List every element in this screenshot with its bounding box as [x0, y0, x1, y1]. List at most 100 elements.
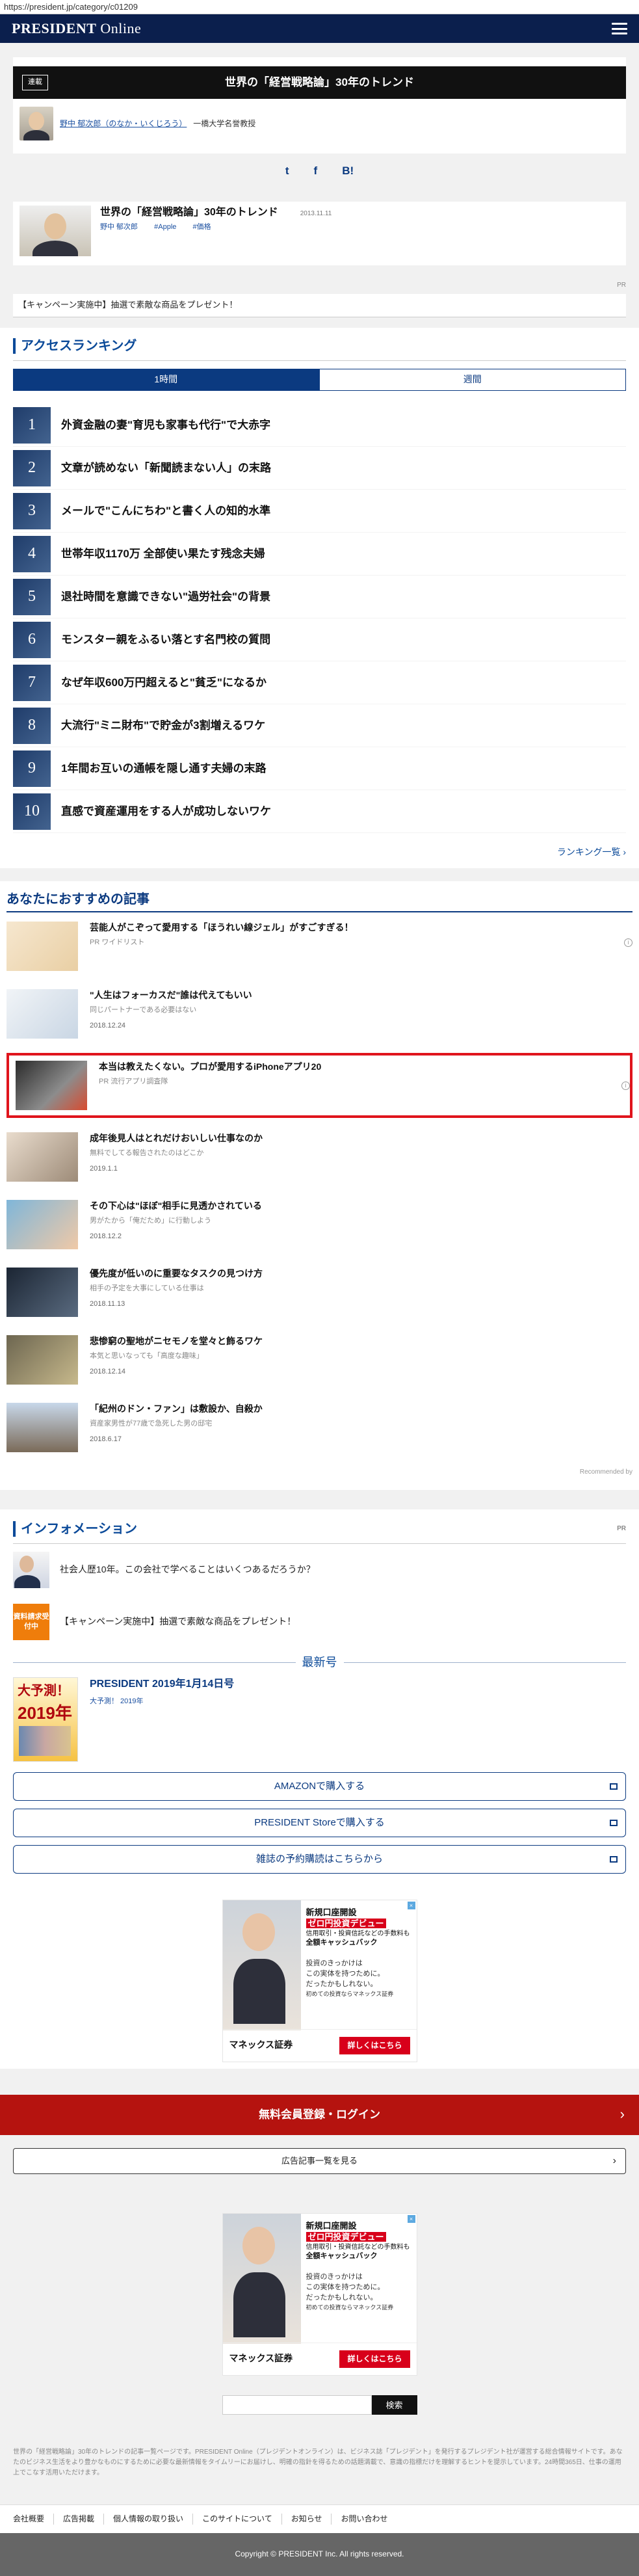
rank-title[interactable]: 世帯年収1170万 全部使い果たす残念夫婦 — [61, 546, 265, 562]
buy-amazon-button[interactable]: AMAZONで購入する — [13, 1772, 626, 1801]
author-name-link[interactable]: 野中 郁次郎（のなか・いくじろう） — [60, 119, 187, 128]
tag-apple[interactable]: #Apple — [154, 223, 176, 231]
tag-price[interactable]: #価格 — [192, 223, 211, 231]
rank-title[interactable]: 外資金融の妻"育児も家事も代行"で大赤字 — [61, 418, 270, 433]
recommend-title[interactable]: 成年後見人はとれだけおいしい仕事なのか — [90, 1132, 263, 1145]
menu-icon[interactable] — [612, 23, 627, 34]
facebook-icon[interactable]: f — [314, 163, 318, 179]
register-login-button[interactable]: 無料会員登録・ログイン › — [0, 2094, 639, 2135]
ranking-item[interactable]: 1 外資金融の妻"育児も家事も代行"で大赤字 — [13, 404, 626, 447]
rank-title[interactable]: メールで"こんにちわ"と書く人の知的水準 — [61, 503, 270, 519]
footer-link-news[interactable]: お知らせ — [282, 2513, 332, 2525]
recommend-title[interactable]: 悲惨窮の聖地がニセモノを堂々と飾るワケ — [90, 1335, 263, 1348]
hatena-bookmark-icon[interactable]: B! — [342, 163, 354, 179]
ranking-item[interactable]: 7 なぜ年収600万円超えると"貧乏"になるか — [13, 661, 626, 704]
recommend-thumbnail[interactable] — [16, 1060, 87, 1110]
search-button[interactable]: 検索 — [371, 2395, 417, 2415]
magazine-cover[interactable]: 大予測！ 2019年 — [13, 1677, 78, 1762]
info-text[interactable]: 社会人歴10年。この会社で学べることはいくつあるだろうか？ — [60, 1563, 315, 1576]
rank-number: 7 — [13, 664, 51, 701]
twitter-icon[interactable]: t — [285, 163, 289, 179]
info-text[interactable]: 【キャンペーン実施中】抽選で素敵な商品をプレゼント！ — [60, 1615, 296, 1628]
ad-head-line-3: 信用取引・投資信託などの手数料も — [306, 1930, 410, 1937]
recommend-item[interactable]: 成年後見人はとれだけおいしい仕事なのか 無料でしてる報告されたのはどこか 201… — [7, 1123, 632, 1191]
ranking-item[interactable]: 6 モンスター親をふるい落とす名門校の質問 — [13, 618, 626, 661]
recommend-item[interactable]: その下心は"ほぼ"相手に見透かされている 男がたから「俺だため」に行動しよう 2… — [7, 1191, 632, 1258]
recommend-thumbnail[interactable] — [7, 1267, 78, 1317]
recommend-thumbnail[interactable] — [7, 1402, 78, 1452]
info-item[interactable]: 資料請求受付中 【キャンペーン実施中】抽選で素敵な商品をプレゼント！ — [13, 1596, 626, 1648]
tab-weekly[interactable]: 週間 — [319, 369, 626, 391]
tab-hourly[interactable]: 1時間 — [13, 369, 319, 391]
recommend-item-highlighted[interactable]: 本当は教えたくない。プロが愛用するiPhoneアプリ20 PR 流行アプリ調査隊… — [7, 1052, 632, 1118]
recommend-title[interactable]: 「紀州のドン・ファン」は敷設か、自殺か — [90, 1403, 263, 1416]
display-ad-2[interactable]: × 新規口座開設 ゼロ円投資デビュー 信用取引・投資信託などの手数料も 全額キャ… — [222, 2212, 417, 2376]
recommend-thumbnail[interactable] — [7, 989, 78, 1039]
rank-number: 2 — [13, 449, 51, 486]
recommend-title[interactable]: その下心は"ほぼ"相手に見透かされている — [90, 1200, 262, 1213]
buy-store-button[interactable]: PRESIDENT Storeで購入する — [13, 1808, 626, 1837]
rank-title[interactable]: 大流行"ミニ財布"で貯金が3割増えるワケ — [61, 718, 265, 734]
ranking-item[interactable]: 5 退社時間を意識できない"過労社会"の背景 — [13, 576, 626, 618]
article-thumbnail[interactable] — [20, 206, 91, 256]
footer-link-privacy[interactable]: 個人情報の取り扱い — [104, 2513, 194, 2525]
recommend-item[interactable]: 「紀州のドン・ファン」は敷設か、自殺か 資産家男性が77歳で急死した男の邸宅 2… — [7, 1394, 632, 1461]
ranking-item[interactable]: 8 大流行"ミニ財布"で貯金が3割増えるワケ — [13, 704, 626, 747]
search-input[interactable] — [222, 2395, 372, 2415]
rank-title[interactable]: 1年間お互いの通帳を隠し通す夫婦の末路 — [61, 761, 266, 777]
recommend-thumbnail[interactable] — [7, 921, 78, 971]
ranking-more-link[interactable]: ランキング一覧 › — [13, 846, 626, 859]
ad-article-list-button[interactable]: 広告記事一覧を見る › — [13, 2147, 626, 2174]
ad-cta-button[interactable]: 詳しくはこちら — [339, 2036, 410, 2054]
request-materials-badge[interactable]: 資料請求受付中 — [13, 1603, 49, 1640]
recommend-item[interactable]: 悲惨窮の聖地がニセモノを堂々と飾るワケ 本気と思いなっても「高度な趣味」 201… — [7, 1326, 632, 1394]
rank-title[interactable]: モンスター親をふるい落とす名門校の質問 — [61, 632, 270, 648]
info-icon[interactable]: i — [621, 1081, 630, 1090]
recommend-thumbnail[interactable] — [7, 1334, 78, 1385]
recommend-title[interactable]: "人生はフォーカスだ"誰は代えてもいい — [90, 989, 252, 1002]
recommended-by[interactable]: Recommended by — [7, 1468, 632, 1477]
display-ad[interactable]: × 新規口座開設 ゼロ円投資デビュー 信用取引・投資信託などの手数料も 全額キャ… — [222, 1899, 417, 2062]
recommend-title[interactable]: 優先度が低いのに重要なタスクの見つけ方 — [90, 1268, 263, 1281]
info-thumbnail[interactable] — [13, 1551, 49, 1588]
issue-title[interactable]: PRESIDENT 2019年1月14日号 — [90, 1677, 234, 1692]
recommend-date: 2018.12.2 — [90, 1232, 122, 1240]
rank-title[interactable]: なぜ年収600万円超えると"貧乏"になるか — [61, 675, 267, 691]
recommend-item[interactable]: "人生はフォーカスだ"誰は代えてもいい 同じパートナーである必要はない 2018… — [7, 980, 632, 1048]
footer-link-about[interactable]: このサイトについて — [193, 2513, 282, 2525]
footer-link-advertising[interactable]: 広告掲載 — [54, 2513, 105, 2525]
rank-title[interactable]: 文章が読めない「新聞読まない人」の末路 — [61, 460, 271, 476]
ranking-item[interactable]: 4 世帯年収1170万 全部使い果たす残念夫婦 — [13, 533, 626, 576]
recommend-title[interactable]: 本当は教えたくない。プロが愛用するiPhoneアプリ20 — [99, 1061, 321, 1074]
cover-photo — [19, 1725, 71, 1756]
subscribe-button[interactable]: 雑誌の予約購読はこちらから — [13, 1844, 626, 1874]
ranking-item[interactable]: 9 1年間お互いの通帳を隠し通す夫婦の末路 — [13, 747, 626, 790]
site-logo[interactable]: PRESIDENT Online — [12, 19, 141, 39]
ranking-item[interactable]: 3 メールで"こんにちわ"と書く人の知的水準 — [13, 490, 626, 533]
url-bar[interactable]: https://president.jp/category/c01209 — [0, 0, 639, 14]
rank-number: 6 — [13, 621, 51, 658]
pr-campaign-link[interactable]: 【キャンペーン実施中】抽選で素敵な商品をプレゼント！ — [13, 294, 626, 317]
issue-subtitle[interactable]: 大予測！ 2019年 — [90, 1697, 234, 1706]
ranking-item[interactable]: 10 直感で資産運用をする人が成功しないワケ — [13, 790, 626, 833]
info-icon[interactable]: i — [624, 938, 632, 947]
recommend-title[interactable]: 芸能人がこぞって愛用する「ほうれい線ジェル」がすごすぎる！ — [90, 922, 353, 935]
rank-title[interactable]: 退社時間を意識できない"過労社会"の背景 — [61, 589, 270, 605]
footer-link-company[interactable]: 会社概要 — [13, 2513, 55, 2525]
recommend-item[interactable]: 芸能人がこぞって愛用する「ほうれい線ジェル」がすごすぎる！ PR ワイドリスト … — [7, 912, 632, 980]
pr-box: PR 【キャンペーン実施中】抽選で素敵な商品をプレゼント！ — [0, 278, 639, 317]
ranking-item[interactable]: 2 文章が読めない「新聞読まない人」の末路 — [13, 447, 626, 490]
recommend-thumbnail[interactable] — [7, 1132, 78, 1182]
external-link-icon — [610, 1819, 618, 1826]
tag-author[interactable]: 野中 郁次郎 — [100, 223, 138, 231]
article-title[interactable]: 世界の「経営戦略論」30年のトレンド — [100, 207, 278, 218]
ad-cta-button[interactable]: 詳しくはこちら — [339, 2350, 410, 2368]
footer-link-contact[interactable]: お問い合わせ — [332, 2514, 397, 2525]
ad-body-line-4: 初めての投資ならマネックス証券 — [306, 2304, 394, 2311]
recommend-item[interactable]: 優先度が低いのに重要なタスクの見つけ方 相手の予定を大事にしている仕事は 201… — [7, 1258, 632, 1326]
info-item[interactable]: 社会人歴10年。この会社で学べることはいくつあるだろうか？ — [13, 1544, 626, 1596]
article-list-item[interactable]: 世界の「経営戦略論」30年のトレンド 2013.11.11 野中 郁次郎 #Ap… — [13, 202, 626, 265]
rank-title[interactable]: 直感で資産運用をする人が成功しないワケ — [61, 804, 271, 819]
recommend-thumbnail[interactable] — [7, 1199, 78, 1249]
latest-issue: 大予測！ 2019年 PRESIDENT 2019年1月14日号 大予測！ 20… — [13, 1677, 626, 1762]
